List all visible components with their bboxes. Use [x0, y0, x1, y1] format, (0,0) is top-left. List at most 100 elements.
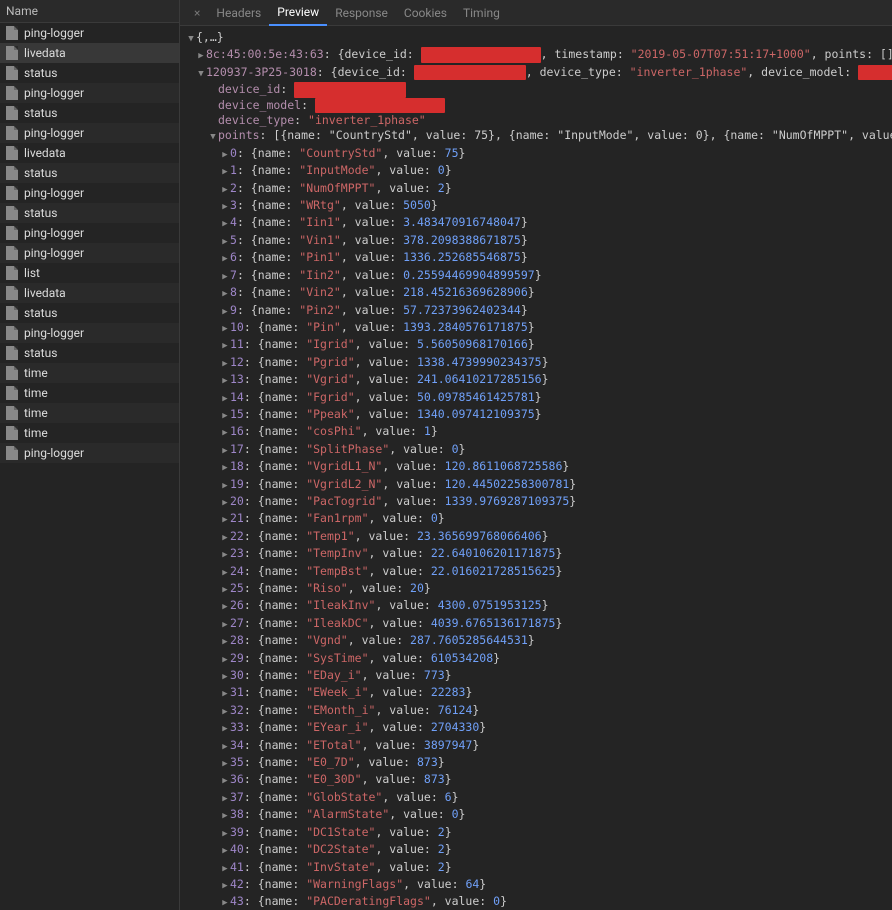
tree-arrow-icon[interactable] — [220, 390, 230, 407]
tree-node[interactable]: 20: {name: "PacTogrid", value: 1339.9769… — [230, 494, 576, 509]
tree-arrow-icon[interactable] — [220, 511, 230, 528]
tree-node[interactable]: device_id: — [218, 82, 406, 97]
tree-node[interactable]: 32: {name: "EMonth_i", value: 76124} — [230, 703, 479, 718]
sidebar-item[interactable]: ping-logger — [0, 323, 179, 343]
tree-arrow-icon[interactable] — [220, 720, 230, 737]
sidebar-item[interactable]: status — [0, 343, 179, 363]
tree-arrow-icon[interactable] — [208, 128, 218, 145]
tree-arrow-icon[interactable] — [220, 424, 230, 441]
tree-arrow-icon[interactable] — [220, 303, 230, 320]
tree-node[interactable]: 5: {name: "Vin1", value: 378.20983886718… — [230, 233, 528, 248]
tree-node[interactable]: 30: {name: "EDay_i", value: 773} — [230, 668, 452, 683]
tree-arrow-icon[interactable] — [220, 825, 230, 842]
tree-node[interactable]: device_model: — [218, 98, 445, 113]
tree-node[interactable]: 18: {name: "VgridL1_N", value: 120.86110… — [230, 459, 569, 474]
tree-node[interactable]: 25: {name: "Riso", value: 20} — [230, 581, 431, 596]
tree-node[interactable]: 37: {name: "GlobState", value: 6} — [230, 790, 459, 805]
tree-arrow-icon[interactable] — [220, 790, 230, 807]
tree-node[interactable]: 3: {name: "WRtg", value: 5050} — [230, 198, 438, 213]
tree-arrow-icon[interactable] — [220, 755, 230, 772]
sidebar-item[interactable]: ping-logger — [0, 223, 179, 243]
tab-cookies[interactable]: Cookies — [396, 1, 455, 25]
tree-arrow-icon[interactable] — [220, 198, 230, 215]
tree-node[interactable]: 0: {name: "CountryStd", value: 75} — [230, 146, 465, 161]
sidebar-item[interactable]: status — [0, 163, 179, 183]
sidebar-item[interactable]: ping-logger — [0, 123, 179, 143]
tree-arrow-icon[interactable] — [220, 738, 230, 755]
tree-node[interactable]: 41: {name: "InvState", value: 2} — [230, 860, 452, 875]
sidebar-item[interactable]: time — [0, 403, 179, 423]
tree-arrow-icon[interactable] — [220, 598, 230, 615]
tree-arrow-icon[interactable] — [220, 442, 230, 459]
tree-arrow-icon[interactable] — [220, 407, 230, 424]
tree-node[interactable]: 27: {name: "IleakDC", value: 4039.676513… — [230, 616, 562, 631]
tree-arrow-icon[interactable] — [220, 233, 230, 250]
tree-arrow-icon[interactable] — [220, 546, 230, 563]
sidebar-item[interactable]: status — [0, 63, 179, 83]
tree-arrow-icon[interactable] — [220, 668, 230, 685]
tree-arrow-icon[interactable] — [220, 581, 230, 598]
tree-node[interactable]: 6: {name: "Pin1", value: 1336.2526855468… — [230, 250, 528, 265]
tree-node[interactable]: 35: {name: "E0_7D", value: 873} — [230, 755, 445, 770]
tab-preview[interactable]: Preview — [269, 0, 327, 26]
tree-arrow-icon[interactable] — [220, 477, 230, 494]
tree-arrow-icon[interactable] — [220, 163, 230, 180]
sidebar-item[interactable]: livedata — [0, 283, 179, 303]
tree-node[interactable]: 28: {name: "Vgnd", value: 287.7605285644… — [230, 633, 535, 648]
tree-arrow-icon[interactable] — [220, 268, 230, 285]
sidebar-item[interactable]: list — [0, 263, 179, 283]
tab-headers[interactable]: Headers — [208, 1, 269, 25]
tree-node[interactable]: 8: {name: "Vin2", value: 218.45216369628… — [230, 285, 535, 300]
sidebar-item[interactable]: livedata — [0, 143, 179, 163]
tree-arrow-icon[interactable] — [220, 459, 230, 476]
tree-node[interactable]: 36: {name: "E0_30D", value: 873} — [230, 772, 452, 787]
tree-node[interactable]: 22: {name: "Temp1", value: 23.3656997680… — [230, 529, 549, 544]
close-icon[interactable]: × — [186, 6, 208, 20]
tree-node[interactable]: 120937-3P25-3018: {device_id: , device_t… — [206, 65, 892, 80]
tree-arrow-icon[interactable] — [220, 320, 230, 337]
tree-arrow-icon[interactable] — [220, 703, 230, 720]
tree-node[interactable]: 21: {name: "Fan1rpm", value: 0} — [230, 511, 445, 526]
tree-node[interactable]: points: [{name: "CountryStd", value: 75}… — [218, 128, 892, 143]
tree-arrow-icon[interactable] — [220, 772, 230, 789]
tree-node[interactable]: 16: {name: "cosPhi", value: 1} — [230, 424, 438, 439]
json-tree-viewer[interactable]: {,…}8c:45:00:5e:43:63: {device_id: , tim… — [180, 26, 892, 910]
sidebar-item[interactable]: ping-logger — [0, 183, 179, 203]
tree-arrow-icon[interactable] — [220, 215, 230, 232]
tree-node[interactable]: 26: {name: "IleakInv", value: 4300.07519… — [230, 598, 549, 613]
tree-node[interactable]: device_type: "inverter_1phase" — [218, 113, 426, 128]
tree-node[interactable]: 29: {name: "SysTime", value: 610534208} — [230, 651, 500, 666]
tree-arrow-icon[interactable] — [220, 355, 230, 372]
tree-node[interactable]: 43: {name: "PACDeratingFlags", value: 0} — [230, 894, 507, 909]
tree-node[interactable]: 24: {name: "TempBst", value: 22.01602172… — [230, 564, 562, 579]
tree-arrow-icon[interactable] — [196, 47, 206, 64]
tree-arrow-icon[interactable] — [220, 842, 230, 859]
tree-arrow-icon[interactable] — [220, 494, 230, 511]
tree-arrow-icon[interactable] — [220, 651, 230, 668]
tree-arrow-icon[interactable] — [220, 529, 230, 546]
tree-arrow-icon[interactable] — [220, 337, 230, 354]
tree-arrow-icon[interactable] — [220, 894, 230, 910]
sidebar-item[interactable]: status — [0, 303, 179, 323]
tree-node[interactable]: 1: {name: "InputMode", value: 0} — [230, 163, 452, 178]
tree-arrow-icon[interactable] — [220, 250, 230, 267]
tree-arrow-icon[interactable] — [220, 181, 230, 198]
sidebar-item[interactable]: ping-logger — [0, 83, 179, 103]
tree-arrow-icon[interactable] — [220, 807, 230, 824]
tab-response[interactable]: Response — [327, 1, 396, 25]
tree-node[interactable]: 7: {name: "Iin2", value: 0.2559446990489… — [230, 268, 542, 283]
tree-node[interactable]: 39: {name: "DC1State", value: 2} — [230, 825, 452, 840]
tree-node[interactable]: 14: {name: "Fgrid", value: 50.0978546142… — [230, 390, 542, 405]
tree-node[interactable]: 2: {name: "NumOfMPPT", value: 2} — [230, 181, 452, 196]
tree-arrow-icon[interactable] — [220, 564, 230, 581]
tree-arrow-icon[interactable] — [186, 30, 196, 47]
sidebar-item[interactable]: status — [0, 103, 179, 123]
tree-node[interactable]: 34: {name: "ETotal", value: 3897947} — [230, 738, 479, 753]
tree-node[interactable]: 12: {name: "Pgrid", value: 1338.47399902… — [230, 355, 549, 370]
tree-arrow-icon[interactable] — [220, 877, 230, 894]
tree-node[interactable]: 31: {name: "EWeek_i", value: 22283} — [230, 685, 472, 700]
tree-node[interactable]: 33: {name: "EYear_i", value: 2704330} — [230, 720, 486, 735]
tree-node[interactable]: 9: {name: "Pin2", value: 57.723739624023… — [230, 303, 528, 318]
tab-timing[interactable]: Timing — [455, 1, 508, 25]
tree-arrow-icon[interactable] — [220, 146, 230, 163]
